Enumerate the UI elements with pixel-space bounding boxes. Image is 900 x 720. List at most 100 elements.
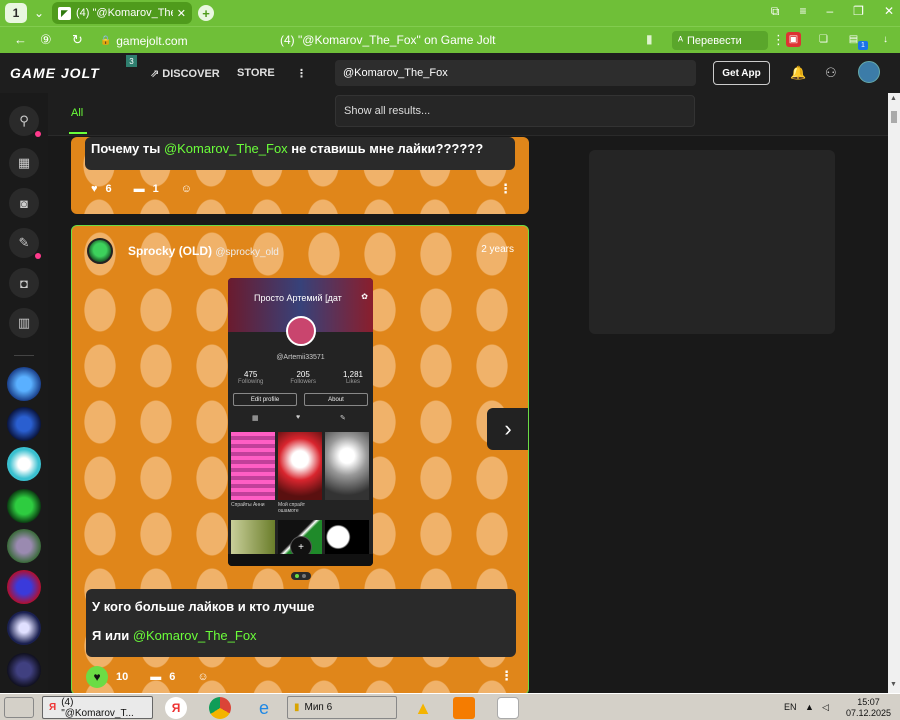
nav-store[interactable]: STORE [237,67,275,79]
profile-tabs: ▦ ♥ ✎ [228,414,373,428]
media-pin-icon[interactable] [453,697,475,719]
comment-button[interactable]: ▬ 6 [150,671,175,683]
post-text-line: У кого больше лайков и кто лучше [92,599,315,614]
scroll-thumb[interactable] [891,111,897,123]
post-author[interactable]: Sprocky (OLD) @sprocky_old [128,244,279,258]
profile-stats: 475 Following 205 Followers 1,281 Likes [238,370,363,385]
browser-tab[interactable]: ◤ (4) "@Komarov_The_Fo ✕ [52,2,192,24]
translate-button[interactable]: ᴬ Перевести [672,31,768,50]
sidebar-card-placeholder [589,150,835,334]
post-more-icon[interactable]: ⋮ [499,181,512,197]
scroll-down-icon[interactable]: ▼ [890,681,897,688]
community-avatar[interactable] [7,447,41,481]
stat-likes: 1,281 Likes [342,370,363,385]
tab-count-button[interactable]: 1 [5,3,27,23]
yandex-pin-icon[interactable]: Я [165,697,187,719]
post-text-bubble: У кого больше лайков и кто лучше Я или @… [86,589,516,657]
extension-red-icon[interactable]: ▣ [786,32,801,47]
volume-icon[interactable]: ◁ [822,702,829,713]
browser-tabbar: 1 ⌄ ◤ (4) "@Komarov_The_Fo ✕ + ⧉ ≡ – ❐ ✕ [0,0,900,26]
chat-icon[interactable]: ◘ [9,268,39,298]
next-image-chevron-icon[interactable]: › [487,408,528,450]
menu-icon[interactable]: ≡ [799,4,806,19]
sticker-icon: ☺ [197,671,209,683]
sticker-button[interactable]: ☺ [181,183,192,195]
user-avatar[interactable] [858,61,880,83]
taskbar-browser-window[interactable]: Я (4) "@Komarov_T... [42,696,153,719]
minimize-icon[interactable]: – [826,4,833,19]
scroll-up-icon[interactable]: ▲ [890,95,897,102]
chrome-pin-icon[interactable] [209,697,231,719]
tab-list-chevron-icon[interactable]: ⌄ [30,3,48,23]
video-thumbnail [278,432,322,500]
tab-manager-icon[interactable]: ⧉ [771,4,780,19]
library-icon[interactable]: ▥ [9,308,39,338]
phone-nav-bar [228,554,373,566]
sticker-icon: ☺ [180,183,193,195]
more-menu-icon[interactable]: ⋮ [296,67,307,80]
page-dot[interactable] [302,574,306,578]
new-tab-button[interactable]: + [198,5,214,21]
creator-notification-dot [35,253,41,259]
community-avatar[interactable] [7,367,41,401]
sticker-button[interactable]: ☺ [197,671,208,683]
community-avatar[interactable] [7,489,41,523]
collections-icon[interactable]: ❏ [816,32,831,47]
friends-icon[interactable]: ⚇ [825,65,837,81]
bookmark-icon[interactable]: ▮ [646,32,653,46]
tray-arrow-icon[interactable]: ▲ [805,702,814,712]
restore-icon[interactable]: ❐ [853,4,864,19]
gamejolt-logo[interactable]: GAME JOLT [10,65,100,81]
search-dropdown-show-all[interactable]: Show all results... [335,95,695,127]
like-button[interactable]: ♥ 6 [91,183,112,195]
url-field[interactable]: 🔒 gamejolt.com [100,31,200,50]
start-button[interactable] [4,697,34,718]
close-window-icon[interactable]: ✕ [884,4,894,19]
comment-button[interactable]: ▬ 1 [134,183,159,195]
reload-icon[interactable]: ↻ [72,32,83,48]
community-avatar[interactable] [7,529,41,563]
mention-link[interactable]: @Komarov_The_Fox [133,628,257,643]
taskbar-folder-window[interactable]: ▮ Мип 6 [287,696,397,719]
like-button[interactable]: ♥ 10 [86,666,128,688]
ie-pin-icon[interactable]: e [253,697,275,719]
system-clock[interactable]: 15:07 07.12.2025 [846,697,891,719]
author-name: Sprocky (OLD) [128,244,213,258]
get-app-button[interactable]: Get App [713,61,770,85]
bell-icon[interactable]: 🔔 [790,65,806,81]
community-avatar[interactable] [7,407,41,441]
language-indicator[interactable]: EN [784,702,797,712]
app-pin-icon[interactable]: ▲ [412,697,434,719]
author-avatar[interactable] [87,238,113,264]
app-pin-icon[interactable] [497,697,519,719]
close-tab-icon[interactable]: ✕ [177,7,186,20]
post-timestamp: 2 years [481,244,514,255]
download-icon[interactable]: ↓ [878,32,893,47]
post-card[interactable]: Почему ты @Komarov_The_Fox не ставишь мн… [71,137,529,214]
mention-link[interactable]: @Komarov_The_Fox [164,141,288,156]
post-more-icon[interactable]: ⋮ [500,668,513,684]
edit-icon: ✎ [340,415,346,422]
post-card[interactable]: Sprocky (OLD) @sprocky_old 2 years Прост… [71,225,529,695]
more-icon[interactable]: ⋮ [772,32,785,48]
post-text: Я или [92,628,133,643]
community-avatar[interactable] [7,611,41,645]
yandex-icon[interactable]: ⑨ [40,32,52,48]
page-dot-active[interactable] [295,574,299,578]
page-scrollbar[interactable]: ▲ ▼ [888,93,900,693]
taskbar-window-title: (4) "@Komarov_T... [61,696,134,719]
community-avatar[interactable] [7,653,41,687]
community-avatar[interactable] [7,570,41,604]
search-input[interactable]: @Komarov_The_Fox [335,60,696,86]
post-text-bubble: Почему ты @Komarov_The_Fox не ставишь мн… [85,137,515,170]
back-icon[interactable]: ← [14,32,27,47]
gamejolt-favicon-icon: ◤ [58,6,71,20]
store-icon[interactable]: ▦ [9,148,39,178]
image-pagination [291,572,311,580]
left-sidebar: ⚲ ▦ ◙ ✎ ◘ ▥ [0,93,48,693]
tab-all[interactable]: All [71,107,83,119]
backpack-icon[interactable]: ◙ [9,188,39,218]
nav-discover[interactable]: ⇗ DISCOVER [150,67,220,80]
url-text: gamejolt.com [116,33,188,48]
post-image[interactable]: Просто Артемий [дат ✿ @Artemii33571 475 F… [228,278,373,566]
